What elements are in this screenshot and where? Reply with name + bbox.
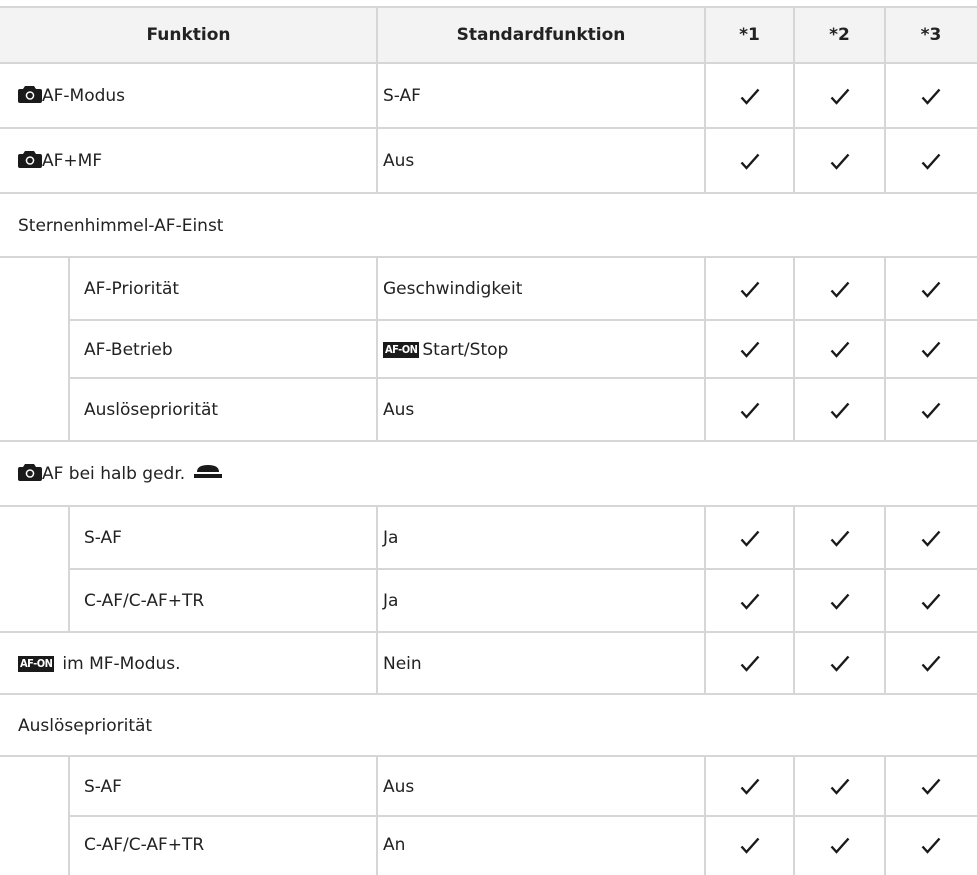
header-default: Standardfunktion — [456, 25, 626, 45]
row-function-label: C-AF/C-AF+TR — [84, 835, 205, 855]
check-icon — [705, 379, 794, 441]
group-label-text: AF bei halb gedr. — [42, 464, 186, 484]
row-function-label: S-AF — [84, 528, 122, 548]
check-icon — [885, 507, 977, 569]
af-on-badge-icon: AF-ON — [383, 341, 420, 358]
check-icon — [885, 64, 977, 128]
table-row: AF-Betrieb AF-ON Start/Stop — [0, 321, 977, 379]
check-icon — [794, 321, 885, 378]
row-default: Nein — [383, 653, 422, 674]
row-default: An — [383, 835, 406, 855]
check-icon — [794, 817, 885, 873]
table-row: S-AF Aus — [0, 757, 977, 817]
check-icon — [794, 379, 885, 441]
row-function-label: im MF-Modus. — [62, 653, 181, 674]
check-icon — [885, 129, 977, 193]
check-icon — [794, 258, 885, 320]
check-icon — [705, 633, 794, 694]
group-row: Auslösepriorität — [0, 695, 977, 757]
table-row: S-AF Ja — [0, 507, 977, 570]
table-row: AF+MF Aus — [0, 129, 977, 194]
row-function-label: AF-Modus — [42, 86, 126, 106]
row-function-label: Auslösepriorität — [84, 400, 219, 420]
table-row: AF-Priorität Geschwindigkeit — [0, 258, 977, 321]
table-row: Auslösepriorität Aus — [0, 379, 977, 442]
check-icon — [794, 633, 885, 694]
row-default: Ja — [383, 591, 399, 611]
row-default: Aus — [383, 776, 415, 797]
table-row: C-AF/C-AF+TR Ja — [0, 570, 977, 633]
group-label: Sternenhimmel-AF-Einst — [18, 215, 224, 236]
row-default: Aus — [383, 400, 415, 420]
row-default: Aus — [383, 151, 415, 171]
row-function-label: AF-Priorität — [84, 279, 180, 299]
table-row: AF-ON im MF-Modus. Nein — [0, 633, 977, 695]
check-icon — [794, 64, 885, 128]
check-icon — [705, 321, 794, 378]
table-row: AF-Modus S-AF — [0, 64, 977, 129]
check-icon — [794, 757, 885, 816]
row-function: AF-Modus — [18, 64, 373, 128]
check-icon — [885, 258, 977, 320]
camera-icon — [18, 463, 42, 486]
check-icon — [794, 129, 885, 193]
group-label: AF bei halb gedr. — [18, 442, 918, 506]
row-default-label: Start/Stop — [422, 339, 509, 360]
group-row: Sternenhimmel-AF-Einst — [0, 194, 977, 258]
check-icon — [885, 379, 977, 441]
row-function: AF+MF — [18, 129, 373, 193]
group-row: AF bei halb gedr. — [0, 442, 977, 507]
check-icon — [885, 817, 977, 873]
row-default: Ja — [383, 528, 399, 548]
row-function-label: AF-Betrieb — [84, 339, 173, 360]
check-icon — [705, 258, 794, 320]
af-on-badge-icon: AF-ON — [18, 655, 55, 672]
check-icon — [885, 633, 977, 694]
header-col-1: *1 — [739, 25, 760, 45]
row-function-label: S-AF — [84, 776, 122, 797]
row-function-label: C-AF/C-AF+TR — [84, 591, 205, 611]
row-default: AF-ON Start/Stop — [383, 321, 703, 378]
group-label: Auslösepriorität — [18, 715, 153, 736]
camera-icon — [18, 85, 42, 108]
check-icon — [885, 321, 977, 378]
row-default: Geschwindigkeit — [383, 279, 523, 299]
row-default: S-AF — [383, 86, 421, 106]
check-icon — [705, 64, 794, 128]
shutter-button-icon — [194, 464, 223, 485]
header-col-3: *3 — [920, 25, 942, 45]
check-icon — [705, 507, 794, 569]
check-icon — [885, 757, 977, 816]
row-function: AF-ON im MF-Modus. — [18, 633, 373, 694]
check-icon — [885, 570, 977, 632]
check-icon — [705, 817, 794, 873]
check-icon — [705, 129, 794, 193]
check-icon — [794, 507, 885, 569]
header-col-2: *2 — [829, 25, 850, 45]
row-function-label: AF+MF — [42, 151, 103, 171]
check-icon — [794, 570, 885, 632]
header-function: Funktion — [146, 25, 231, 45]
check-icon — [705, 570, 794, 632]
check-icon — [705, 757, 794, 816]
table-row: C-AF/C-AF+TR An — [0, 817, 977, 875]
table-header: Funktion Standardfunktion *1 *2 *3 — [0, 6, 977, 64]
camera-icon — [18, 150, 42, 173]
